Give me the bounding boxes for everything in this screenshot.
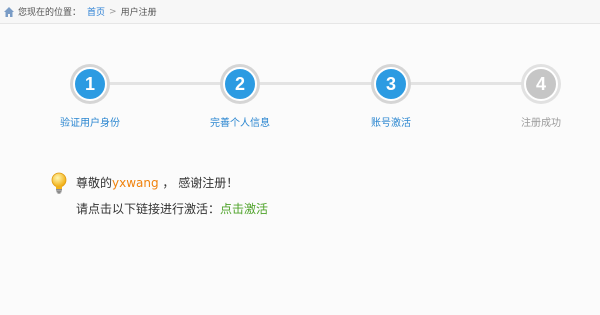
step-4-circle: 4 — [524, 67, 558, 101]
step-1-circle: 1 — [73, 67, 107, 101]
step-4-label: 注册成功 — [521, 118, 561, 129]
lightbulb-icon — [50, 172, 68, 194]
activate-link[interactable]: 点击激活 — [220, 202, 268, 216]
breadcrumb-separator: > — [109, 6, 117, 17]
breadcrumb-home-link[interactable]: 首页 — [87, 5, 105, 18]
home-icon — [3, 6, 15, 18]
step-1-label: 验证用户身份 — [60, 118, 120, 129]
registration-steps: 1 2 3 4 验证用户身份 完善个人信息 账号激活 注册成功 — [0, 60, 600, 140]
step-3-circle: 3 — [374, 67, 408, 101]
step-2-label: 完善个人信息 — [210, 118, 270, 129]
step-connector — [106, 82, 228, 85]
greeting-text: 尊敬的yxwang ， 感谢注册！ — [76, 176, 239, 190]
instruction-text: 请点击以下链接进行激活：点击激活 — [76, 202, 269, 216]
username: yxwang — [112, 176, 159, 190]
step-2-circle: 2 — [223, 67, 257, 101]
breadcrumb-current: 用户注册 — [120, 8, 157, 18]
breadcrumb-prefix: 您现在的位置： — [18, 8, 82, 18]
breadcrumb: 您现在的位置： 首页 > 用户注册 — [0, 0, 600, 24]
step-connector — [256, 82, 378, 85]
step-connector — [406, 82, 524, 85]
step-3-label: 账号激活 — [371, 118, 411, 129]
